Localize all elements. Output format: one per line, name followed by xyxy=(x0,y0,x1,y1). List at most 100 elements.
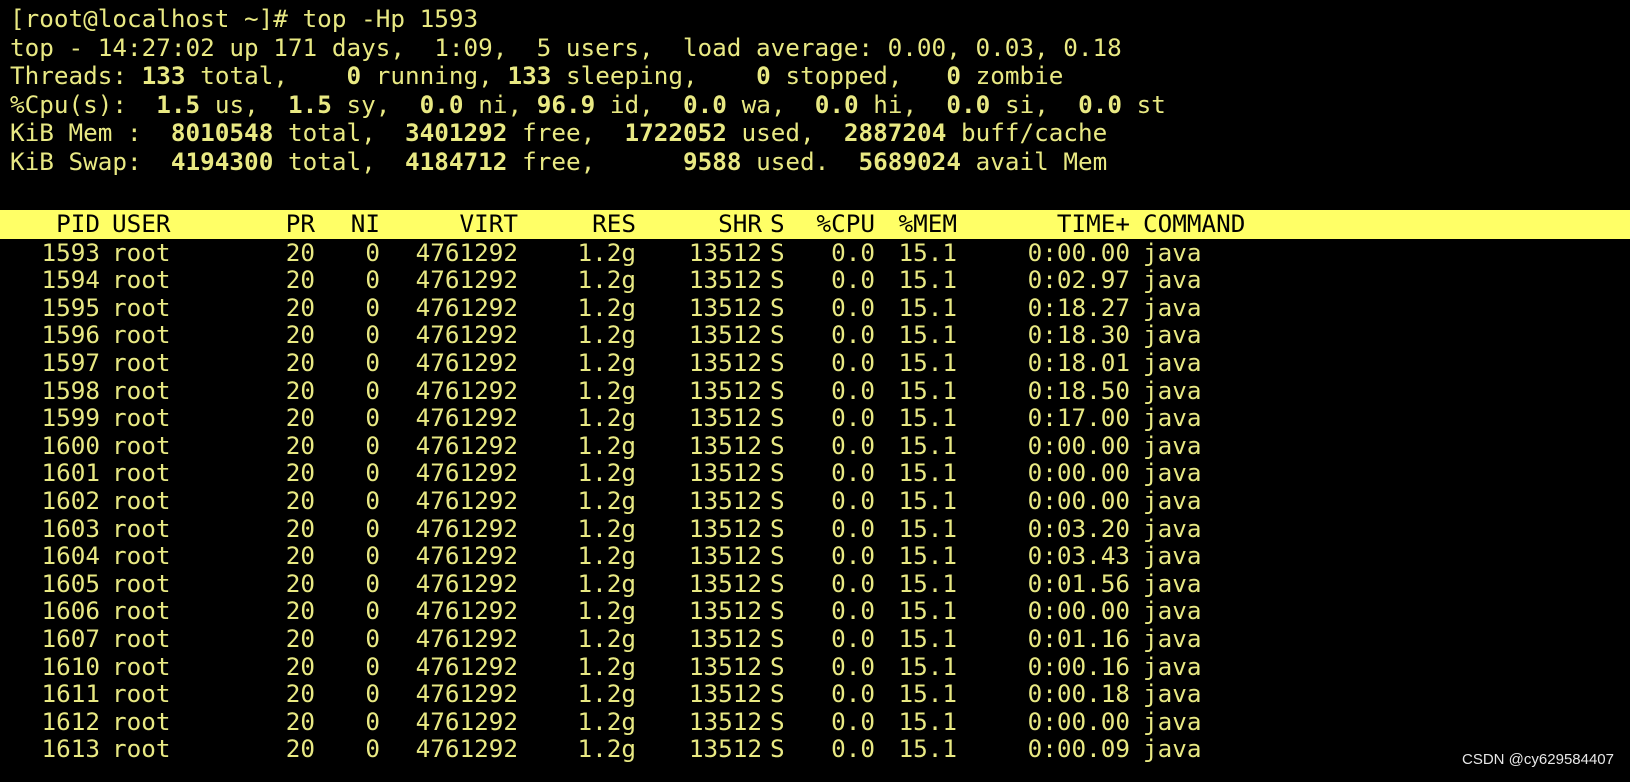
column-header-pid[interactable]: PID xyxy=(20,209,100,239)
cell-pid: 1596 xyxy=(41,320,100,350)
process-row[interactable]: 1597 root 20 0 4761292 1.2g 13512 S 0.0 15.1 0:18.… xyxy=(0,348,1630,377)
cell-command: java xyxy=(1143,734,1202,764)
cell-s: S xyxy=(770,679,785,709)
cell-user: root xyxy=(112,734,171,764)
cell-virt: 4761292 xyxy=(415,458,518,488)
cell-command: java xyxy=(1143,706,1202,736)
cell-user: root xyxy=(112,541,171,571)
cell-res: 1.2g xyxy=(577,568,636,598)
threads-stopped-label: stopped, xyxy=(785,61,903,91)
cell-ni: 0 xyxy=(365,513,380,543)
cell-shr: 13512 xyxy=(688,651,762,681)
terminal-window[interactable]: [root@localhost ~]# top -Hp 1593 top - 1… xyxy=(0,0,1630,782)
cell-virt: 4761292 xyxy=(415,679,518,709)
column-header-user[interactable]: USER xyxy=(112,209,232,239)
process-row[interactable]: 1605 root 20 0 4761292 1.2g 13512 S 0.0 15.1 0:01.… xyxy=(0,568,1630,598)
cell-command: java xyxy=(1143,513,1202,543)
cell-command: java xyxy=(1143,430,1202,460)
cell-res: 1.2g xyxy=(577,734,636,764)
cell-s: S xyxy=(770,430,785,460)
process-row[interactable]: 1607 root 20 0 4761292 1.2g 13512 S 0.0 15.1 0:01.… xyxy=(0,624,1630,653)
cell-shr: 13512 xyxy=(688,596,762,626)
threads-label: Threads: xyxy=(10,61,128,91)
cell-command: java xyxy=(1143,375,1202,405)
cell-mem: 15.1 xyxy=(898,265,957,295)
cpu-ni-label: ni, xyxy=(478,89,523,119)
cell-mem: 15.1 xyxy=(898,348,957,377)
process-row[interactable]: 1598 root 20 0 4761292 1.2g 13512 S 0.0 15.1 0:18.… xyxy=(0,375,1630,405)
process-row[interactable]: 1602 root 20 0 4761292 1.2g 13512 S 0.0 15.1 0:00.… xyxy=(0,486,1630,515)
cpu-si: 0.0 xyxy=(946,89,991,119)
process-row[interactable]: 1599 root 20 0 4761292 1.2g 13512 S 0.0 15.1 0:17.… xyxy=(0,404,1630,432)
column-header-pr[interactable]: PR xyxy=(255,209,315,239)
cell-user: root xyxy=(112,292,171,322)
process-row[interactable]: 1606 root 20 0 4761292 1.2g 13512 S 0.0 15.1 0:00.… xyxy=(0,597,1630,625)
cell-time: 0:02.97 xyxy=(1027,265,1130,295)
process-row[interactable]: 1603 root 20 0 4761292 1.2g 13512 S 0.0 15.1 0:03.… xyxy=(0,513,1630,543)
cell-ni: 0 xyxy=(365,320,380,350)
cell-user: root xyxy=(112,679,171,709)
cell-pid: 1595 xyxy=(41,292,100,322)
cell-virt: 4761292 xyxy=(415,430,518,460)
column-header-ni[interactable]: NI xyxy=(330,209,380,239)
cell-time: 0:00.00 xyxy=(1027,430,1130,460)
column-header-mem[interactable]: %MEM xyxy=(880,209,957,239)
cell-time: 0:00.00 xyxy=(1027,486,1130,515)
cell-time: 0:18.01 xyxy=(1027,348,1130,377)
process-row[interactable]: 1612 root 20 0 4761292 1.2g 13512 S 0.0 15.1 0:00.… xyxy=(0,706,1630,736)
process-row[interactable]: 1593 root 20 0 4761292 1.2g 13512 S 0.0 15.1 0:00.… xyxy=(0,237,1630,267)
cell-s: S xyxy=(770,292,785,322)
mem-line: KiB Mem : 8010548 total, 3401292 free, 1… xyxy=(10,119,1107,148)
threads-running-label: running, xyxy=(375,61,493,91)
cell-pid: 1606 xyxy=(41,596,100,626)
cell-res: 1.2g xyxy=(577,348,636,377)
process-table-header[interactable]: PID USER PR NI VIRT RES SHR S %CPU %MEM … xyxy=(0,209,1630,239)
process-row[interactable]: 1604 root 20 0 4761292 1.2g 13512 S 0.0 15.1 0:03.… xyxy=(0,542,1630,570)
cell-cpu: 0.0 xyxy=(831,375,875,405)
cell-res: 1.2g xyxy=(577,375,636,405)
cell-shr: 13512 xyxy=(688,265,762,295)
cell-user: root xyxy=(112,265,171,295)
cell-command: java xyxy=(1143,568,1202,598)
column-header-virt[interactable]: VIRT xyxy=(390,209,518,239)
process-row[interactable]: 1613 root 20 0 4761292 1.2g 13512 S 0.0 15.1 0:00.… xyxy=(0,735,1630,763)
cell-mem: 15.1 xyxy=(898,292,957,322)
cell-pid: 1601 xyxy=(41,458,100,488)
cell-command: java xyxy=(1143,265,1202,295)
cell-s: S xyxy=(770,486,785,515)
column-header-cpu[interactable]: %CPU xyxy=(795,209,875,239)
cell-mem: 15.1 xyxy=(898,624,957,653)
cell-user: root xyxy=(112,651,171,681)
column-header-time[interactable]: TIME+ xyxy=(960,209,1130,239)
cell-virt: 4761292 xyxy=(415,706,518,736)
column-header-res[interactable]: RES xyxy=(530,209,636,239)
cell-time: 0:17.00 xyxy=(1027,403,1130,433)
process-row[interactable]: 1594 root 20 0 4761292 1.2g 13512 S 0.0 15.1 0:02.… xyxy=(0,266,1630,294)
threads-stopped: 0 xyxy=(756,61,771,91)
cell-command: java xyxy=(1143,651,1202,681)
process-row[interactable]: 1601 root 20 0 4761292 1.2g 13512 S 0.0 15.1 0:00.… xyxy=(0,459,1630,487)
process-row[interactable]: 1611 root 20 0 4761292 1.2g 13512 S 0.0 15.1 0:00.… xyxy=(0,680,1630,708)
cell-shr: 13512 xyxy=(688,513,762,543)
swap-free: 4184712 xyxy=(405,147,508,176)
cell-s: S xyxy=(770,458,785,488)
cell-cpu: 0.0 xyxy=(831,430,875,460)
cell-command: java xyxy=(1143,403,1202,433)
column-header-shr[interactable]: SHR xyxy=(650,209,762,239)
cpu-id-label: id, xyxy=(609,89,654,119)
mem-used: 1722052 xyxy=(624,118,727,148)
process-row[interactable]: 1595 root 20 0 4761292 1.2g 13512 S 0.0 15.1 0:18.… xyxy=(0,292,1630,322)
cell-ni: 0 xyxy=(365,430,380,460)
cell-pr: 20 xyxy=(285,541,315,571)
cell-shr: 13512 xyxy=(688,403,762,433)
process-row[interactable]: 1610 root 20 0 4761292 1.2g 13512 S 0.0 15.1 0:00.… xyxy=(0,651,1630,681)
mem-free-label: free, xyxy=(522,118,596,148)
cell-shr: 13512 xyxy=(688,237,762,267)
cell-s: S xyxy=(770,706,785,736)
column-header-s[interactable]: S xyxy=(770,209,794,239)
column-header-command[interactable]: COMMAND xyxy=(1143,209,1343,239)
cell-mem: 15.1 xyxy=(898,541,957,571)
process-row[interactable]: 1600 root 20 0 4761292 1.2g 13512 S 0.0 15.1 0:00.… xyxy=(0,430,1630,460)
process-row[interactable]: 1596 root 20 0 4761292 1.2g 13512 S 0.0 15.1 0:18.… xyxy=(0,321,1630,349)
cell-pid: 1593 xyxy=(41,237,100,267)
